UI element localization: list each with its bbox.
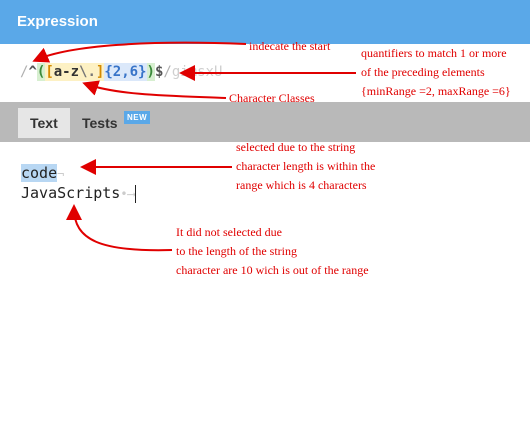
annotation-quantifier-line-1: quantifiers to match 1 or more [361, 46, 507, 60]
annotation-selected-line-3: range which is 4 characters [236, 178, 367, 192]
annotation-not-selected-line-2: to the length of the string [176, 244, 297, 258]
annotation-not-selected-line-1: It did not selected due [176, 225, 282, 239]
annotation-quantifier-line-2: of the preceding elements [361, 65, 485, 79]
annotation-not-selected: It did not selected due to the length of… [176, 223, 369, 280]
annotation-classes: Character Classes [229, 91, 315, 105]
arrow-not-selected [66, 204, 173, 252]
annotation-quantifier-line-3: {minRange =2, maxRange =6} [361, 84, 511, 98]
arrow-classes [82, 80, 227, 99]
annotation-selected-line-2: character length is within the [236, 159, 376, 173]
annotation-selected: selected due to the string character len… [236, 138, 375, 195]
annotation-quantifier: quantifiers to match 1 or more of the pr… [361, 44, 511, 101]
arrow-start [32, 41, 247, 63]
annotation-start: indecate the start [249, 39, 331, 53]
annotation-selected-line-1: selected due to the string [236, 140, 356, 154]
annotation-not-selected-line-3: character are 10 wich is out of the rang… [176, 263, 369, 277]
